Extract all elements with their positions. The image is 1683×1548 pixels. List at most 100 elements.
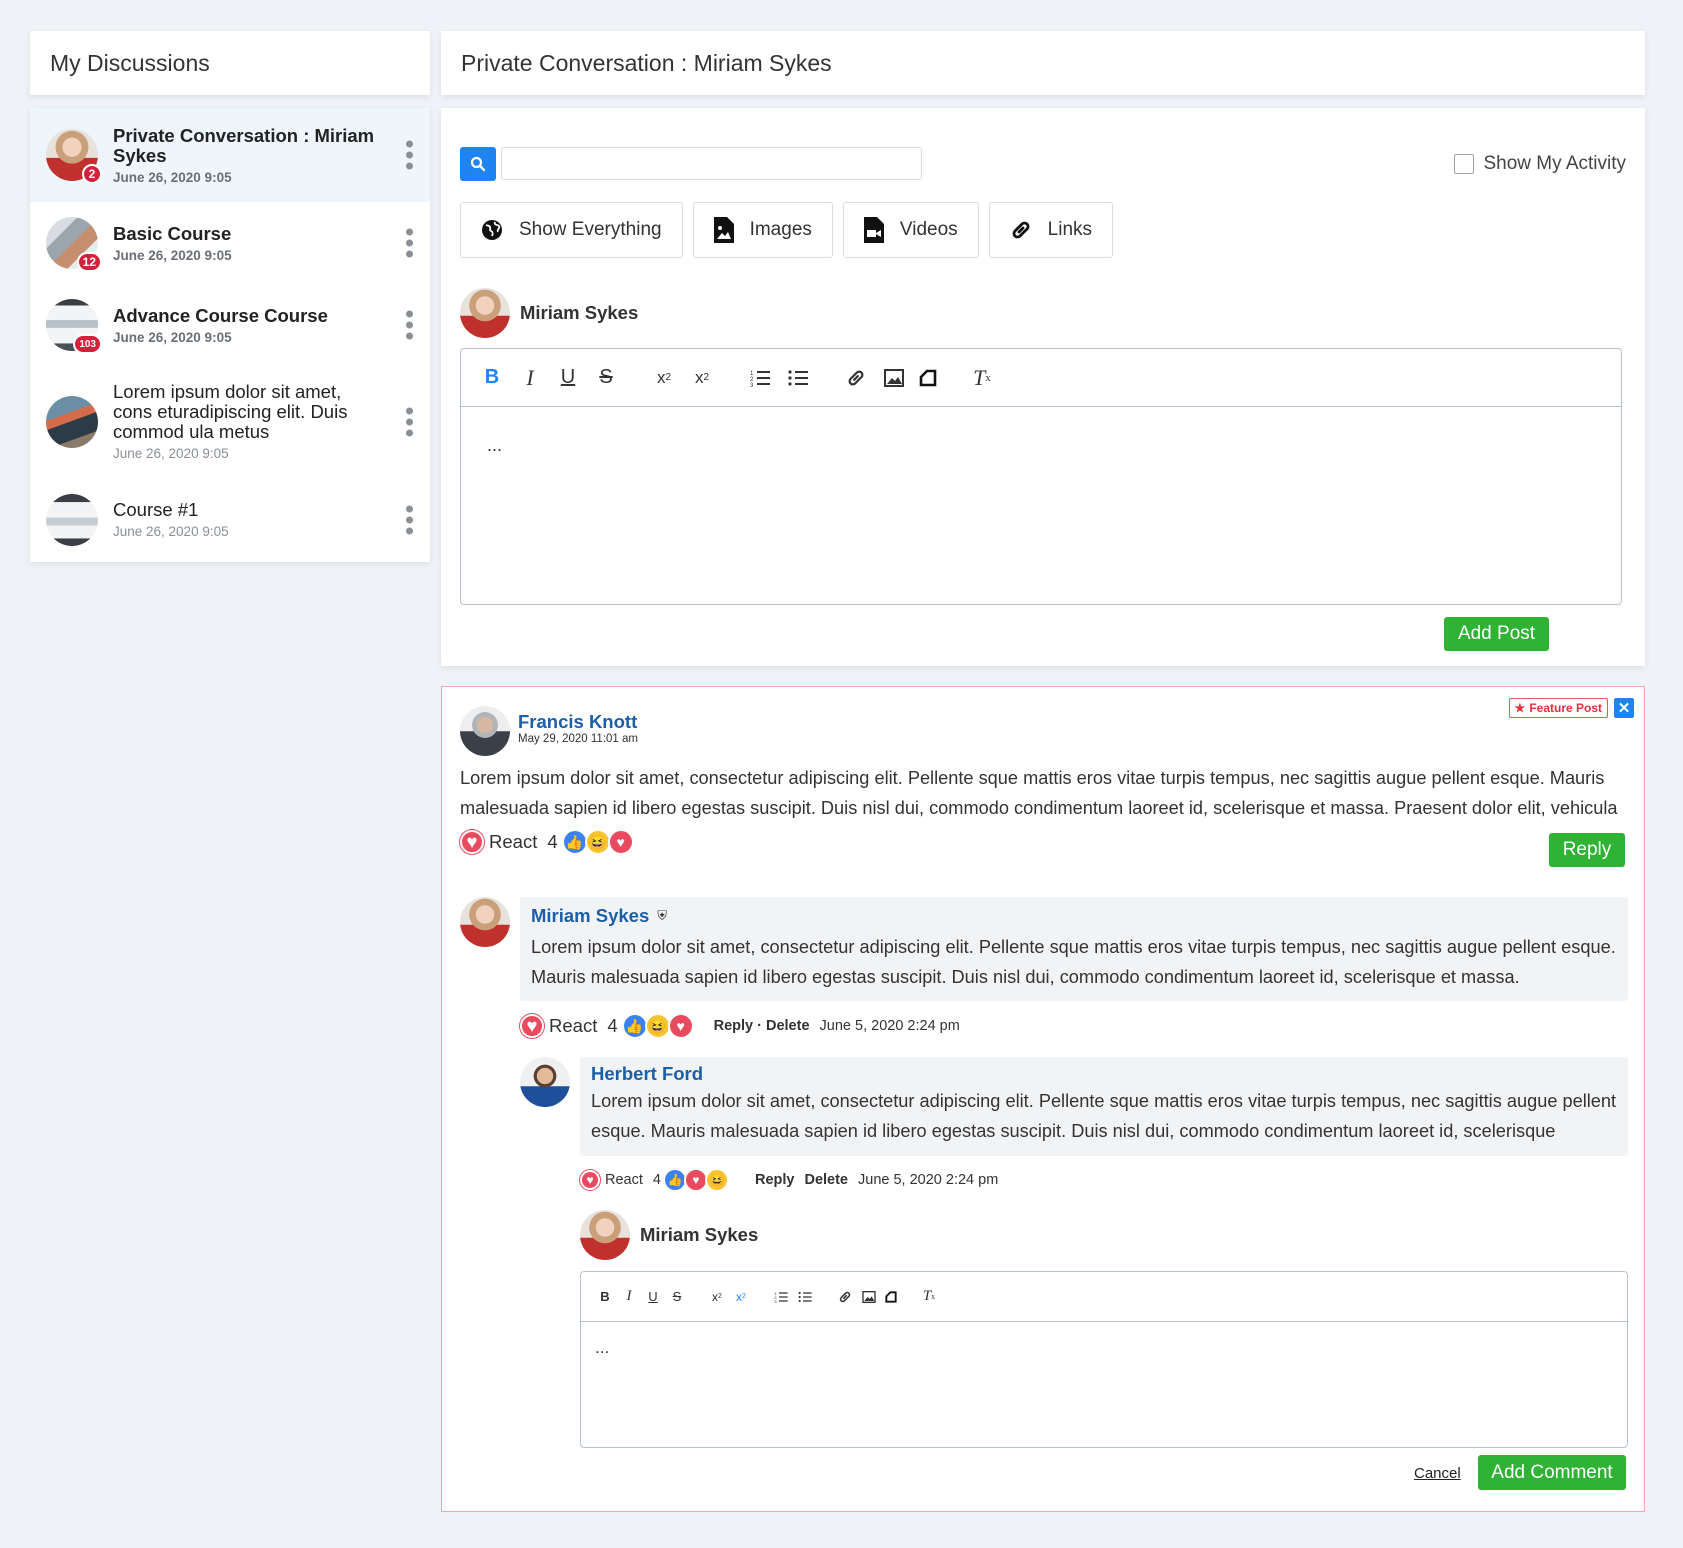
more-options-icon[interactable] <box>406 310 414 340</box>
search-input[interactable] <box>501 147 922 180</box>
love-icon: ♥ <box>667 1013 694 1039</box>
svg-text:3: 3 <box>750 383 754 387</box>
love-icon: ♥ <box>607 829 634 855</box>
ordered-list-icon[interactable]: 123 <box>769 1291 793 1303</box>
discussion-item[interactable]: 103 Advance Course Course June 26, 2020 … <box>30 284 430 366</box>
underline-icon[interactable]: U <box>641 1289 665 1304</box>
avatar: 2 <box>46 129 102 184</box>
clean-code-icon[interactable] <box>913 369 943 387</box>
react-label[interactable]: React <box>549 1015 597 1037</box>
discussion-item[interactable]: Course #1 June 26, 2020 9:05 <box>30 477 430 562</box>
link-icon <box>1012 221 1030 239</box>
underline-icon[interactable]: U <box>549 366 587 389</box>
clear-format-icon[interactable]: Tx <box>963 365 1001 391</box>
unread-badge: 12 <box>76 252 102 272</box>
heart-icon[interactable]: ♥ <box>460 830 484 854</box>
avatar <box>460 288 510 338</box>
italic-icon[interactable]: I <box>511 365 549 391</box>
more-options-icon[interactable] <box>406 140 414 170</box>
composer-user: Miriam Sykes <box>460 288 638 338</box>
react-count: 4 <box>607 1015 618 1036</box>
subscript-icon[interactable]: x2 <box>729 1290 753 1304</box>
cancel-link[interactable]: Cancel <box>1414 1465 1461 1482</box>
more-options-icon[interactable] <box>406 228 414 258</box>
ordered-list-icon[interactable]: 123 <box>741 369 779 387</box>
filter-images-button[interactable]: Images <box>692 202 833 258</box>
strikethrough-icon[interactable]: S <box>665 1289 689 1304</box>
featured-post: ★ Feature Post ✕ Francis Knott May 29, 2… <box>441 686 1645 1512</box>
discussion-date: June 26, 2020 9:05 <box>113 329 232 345</box>
search-button[interactable] <box>460 147 496 181</box>
reply-delete-links[interactable]: Reply · Delete <box>714 1018 810 1034</box>
bullet-list-icon[interactable] <box>779 369 817 387</box>
add-comment-button[interactable]: Add Comment <box>1478 1455 1626 1490</box>
avatar: 103 <box>46 299 102 354</box>
reply-link[interactable]: Reply <box>755 1172 795 1188</box>
more-options-icon[interactable] <box>406 505 414 534</box>
react-label[interactable]: React <box>605 1172 643 1188</box>
filter-show-everything-button[interactable]: Show Everything <box>460 202 683 258</box>
show-my-activity[interactable]: Show My Activity <box>1454 153 1626 175</box>
avatar <box>520 1057 570 1107</box>
heart-icon[interactable]: ♥ <box>580 1170 600 1190</box>
clean-code-icon[interactable] <box>881 1290 901 1303</box>
conversation-header: Private Conversation : Miriam Sykes <box>441 31 1645 95</box>
clear-format-icon[interactable]: Tx <box>917 1288 941 1305</box>
avatar <box>460 897 510 947</box>
post-author: Francis Knott May 29, 2020 11:01 am <box>460 706 638 756</box>
bold-icon[interactable]: B <box>473 366 511 389</box>
comment-reactions: ♥ React 4 👍 ♥ 😆 Reply Delete June 5, 202… <box>580 1168 998 1192</box>
bullet-list-icon[interactable] <box>793 1291 817 1303</box>
react-label[interactable]: React <box>489 831 537 853</box>
bold-icon[interactable]: B <box>593 1289 617 1304</box>
comment-author-name[interactable]: Herbert Ford <box>591 1063 703 1084</box>
strikethrough-icon[interactable]: S <box>587 366 625 389</box>
subscript-icon[interactable]: x2 <box>683 368 721 388</box>
delete-link[interactable]: Delete <box>804 1172 848 1188</box>
react-count: 4 <box>547 831 558 852</box>
post-editor: B I U S x2 x2 123 Tx ... <box>460 348 1622 605</box>
more-options-icon[interactable] <box>406 407 414 436</box>
filter-videos-button[interactable]: Videos <box>842 202 979 258</box>
post-editor-body[interactable]: ... <box>461 407 1621 484</box>
italic-icon[interactable]: I <box>617 1288 641 1305</box>
link-icon[interactable] <box>833 1290 857 1304</box>
comment-editor-body[interactable]: ... <box>581 1322 1627 1374</box>
editor-toolbar: B I U S x2 x2 123 Tx <box>581 1272 1627 1322</box>
close-icon[interactable]: ✕ <box>1614 698 1634 718</box>
avatar: 12 <box>46 217 102 272</box>
image-icon[interactable] <box>875 368 913 387</box>
editor-toolbar: B I U S x2 x2 123 Tx <box>461 349 1621 407</box>
composer-panel: Show My Activity Show Everything Images … <box>441 108 1645 666</box>
discussion-title: Advance Course Course <box>113 304 328 326</box>
image-icon[interactable] <box>857 1290 881 1303</box>
comment-date: June 5, 2020 2:24 pm <box>819 1018 960 1034</box>
comment-bubble: Miriam Sykes ⛨ Lorem ipsum dolor sit ame… <box>520 897 1628 1001</box>
image-file-icon <box>713 217 734 243</box>
feature-post-badge[interactable]: ★ Feature Post <box>1508 698 1608 718</box>
add-post-button[interactable]: Add Post <box>1444 617 1549 651</box>
unread-badge: 103 <box>73 334 102 354</box>
discussion-item[interactable]: Lorem ipsum dolor sit amet, cons eturadi… <box>30 366 430 477</box>
superscript-icon[interactable]: x2 <box>705 1290 729 1304</box>
like-icon: 👍 <box>561 829 588 855</box>
star-icon: ★ <box>1514 701 1526 715</box>
comment-author-name[interactable]: Miriam Sykes <box>531 905 649 927</box>
avatar <box>580 1210 630 1260</box>
comment-body: Lorem ipsum dolor sit amet, consectetur … <box>531 937 1616 987</box>
discussion-item[interactable]: 2 Private Conversation : Miriam Sykes Ju… <box>30 108 430 202</box>
discussion-item[interactable]: 12 Basic Course June 26, 2020 9:05 <box>30 202 430 284</box>
avatar <box>46 493 98 546</box>
reply-composer-user: Miriam Sykes <box>580 1210 758 1260</box>
show-activity-checkbox[interactable] <box>1454 154 1475 174</box>
reply-button[interactable]: Reply <box>1549 833 1625 867</box>
filter-links-button[interactable]: Links <box>988 202 1114 258</box>
heart-icon[interactable]: ♥ <box>520 1014 544 1038</box>
filter-bar: Show Everything Images Videos Links <box>460 202 1114 258</box>
superscript-icon[interactable]: x2 <box>645 368 683 388</box>
link-icon[interactable] <box>837 368 875 388</box>
discussions-header: My Discussions <box>30 31 430 95</box>
avatar <box>460 706 510 756</box>
post-date: May 29, 2020 11:01 am <box>518 733 638 745</box>
post-author-name[interactable]: Francis Knott <box>518 711 638 733</box>
